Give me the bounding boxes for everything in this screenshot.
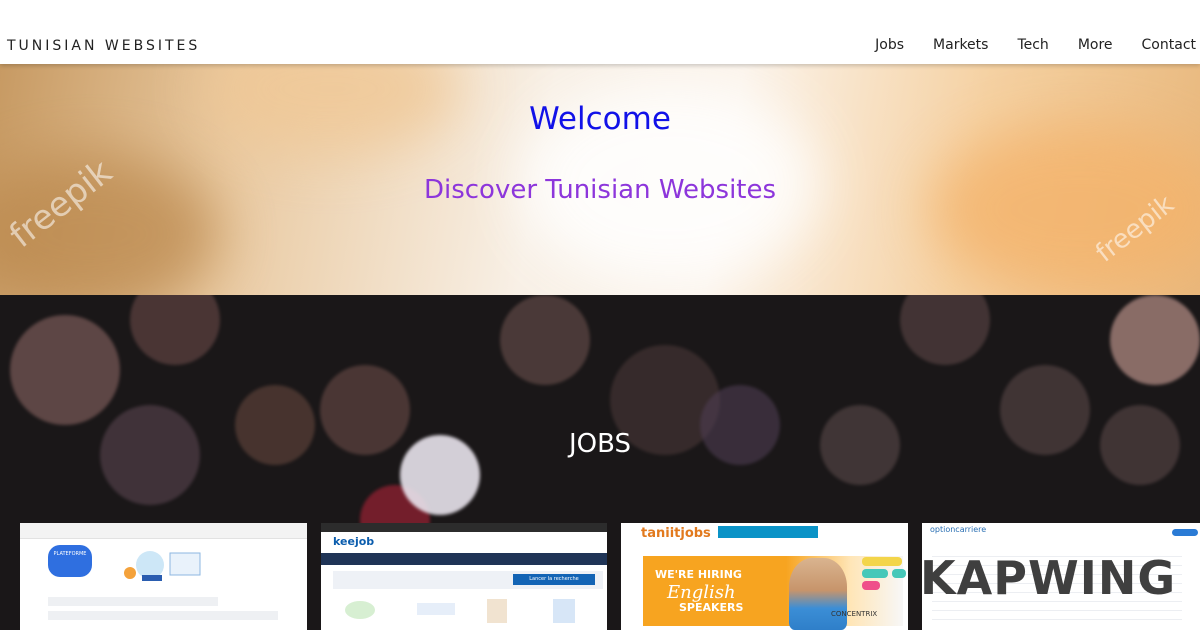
banner-photo xyxy=(789,558,847,630)
platform-badge: PLATEFORME xyxy=(48,545,92,577)
site-search-button: Lancer la recherche xyxy=(513,574,595,585)
hiring-text: WE'RE HIRING xyxy=(655,568,742,581)
hero-banner: freepik freepik Welcome Discover Tunisia… xyxy=(0,64,1200,295)
site-navbar xyxy=(321,553,607,565)
bokeh-light xyxy=(1110,295,1200,385)
jobs-title: JOBS xyxy=(568,429,632,459)
kapwing-text: KAPWING xyxy=(920,551,1177,605)
bokeh-light xyxy=(10,315,120,425)
job-site-card-1[interactable]: PLATEFORME xyxy=(20,523,307,630)
site-topbar xyxy=(321,523,607,532)
nav-item-tech[interactable]: Tech xyxy=(1017,37,1048,53)
nav-item-markets[interactable]: Markets xyxy=(933,37,988,53)
site-ad-strip xyxy=(718,526,818,538)
nav-item-jobs[interactable]: Jobs xyxy=(875,37,904,53)
site-logo: taniitjobs xyxy=(641,526,711,541)
site-logo: optioncarriere xyxy=(930,525,987,534)
illustration-icon xyxy=(124,551,201,581)
hiring-text: SPEAKERS xyxy=(679,601,744,614)
site-header xyxy=(20,523,307,539)
nav-menu: Jobs Markets Tech More Contact xyxy=(846,37,1196,53)
hero-title: Welcome xyxy=(529,101,671,137)
hero-subtitle: Discover Tunisian Websites xyxy=(423,175,777,205)
nav-item-contact[interactable]: Contact xyxy=(1142,37,1196,53)
kapwing-logo-icon xyxy=(862,557,906,590)
navbar: TUNISIAN WEBSITES Jobs Markets Tech More… xyxy=(0,0,1200,64)
brand-logo[interactable]: TUNISIAN WEBSITES xyxy=(7,38,200,54)
kapwing-watermark: KAPWING xyxy=(840,540,1200,612)
site-logo: keejob xyxy=(333,535,375,548)
bokeh-light xyxy=(130,295,220,365)
bokeh-light xyxy=(900,295,990,365)
hiring-text: English xyxy=(667,582,736,603)
bokeh-light xyxy=(500,295,590,385)
job-site-card-2[interactable]: keejob Lancer la recherche xyxy=(321,523,607,630)
nav-item-more[interactable]: More xyxy=(1078,37,1113,53)
